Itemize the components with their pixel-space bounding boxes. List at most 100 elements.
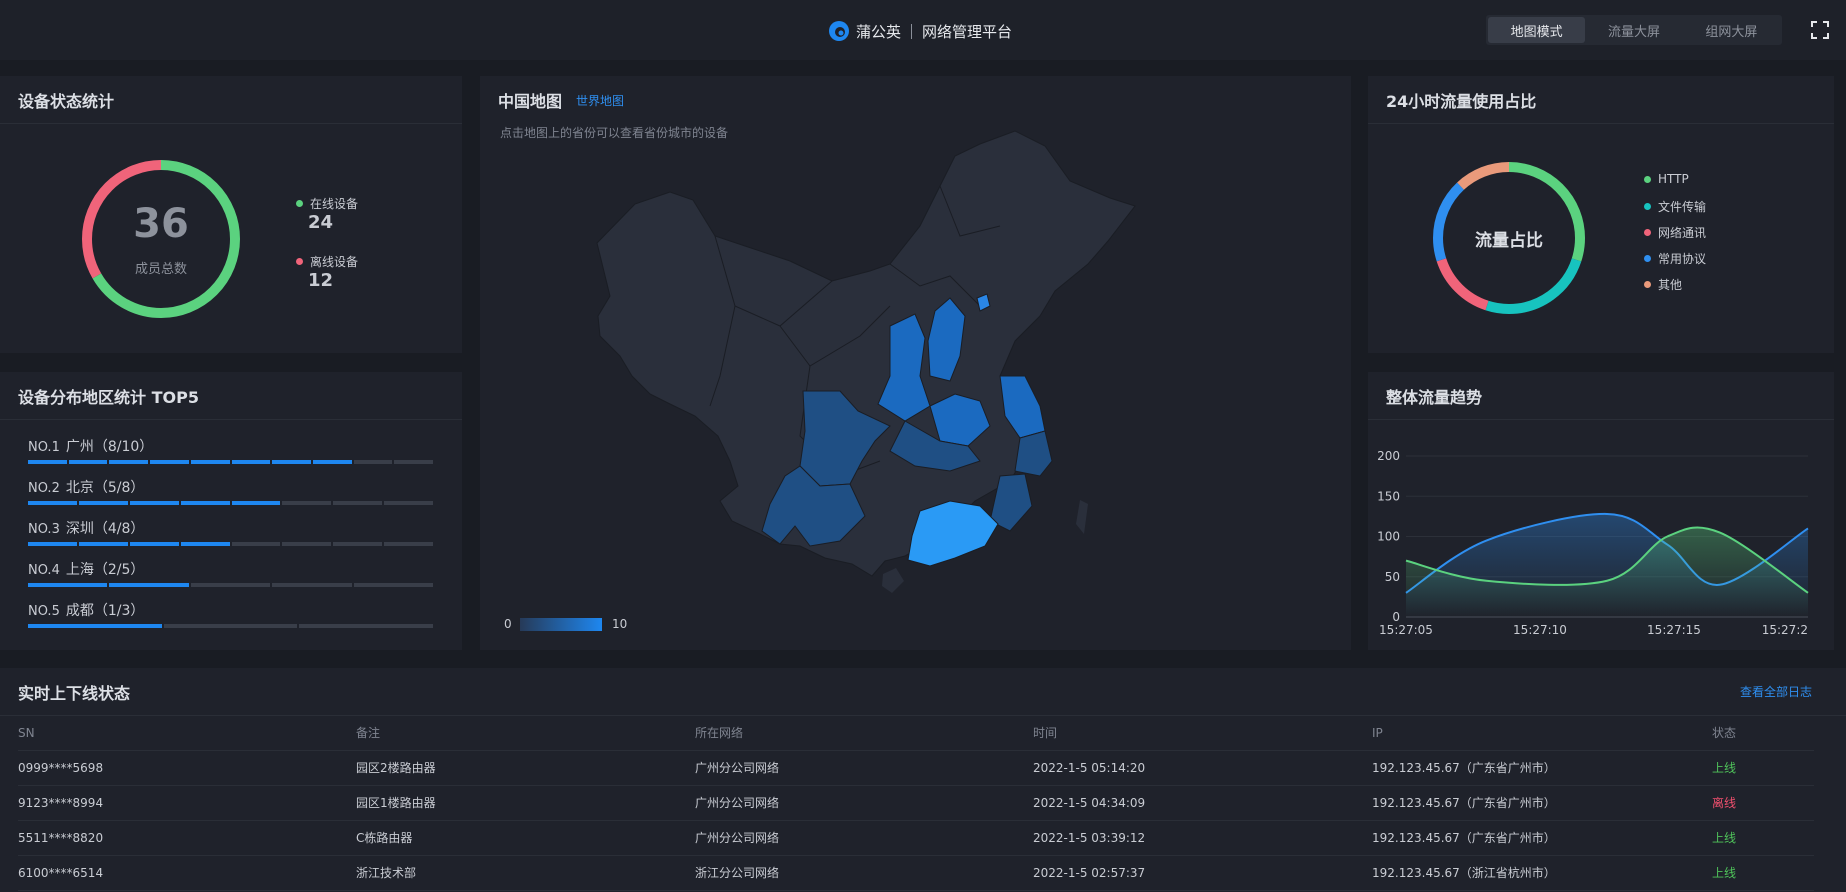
- rank-number: NO.3: [28, 522, 60, 537]
- table-cell: 0999****5698: [18, 761, 104, 775]
- traffic-legend-item: 常用协议: [1644, 250, 1706, 267]
- table-cell: 2022-1-5 05:14:20: [1033, 761, 1146, 775]
- progress-segment: [180, 501, 230, 505]
- table-cell: 192.123.45.67（广东省广州市）: [1372, 796, 1556, 810]
- traffic-share-panel: 24小时流量使用占比 流量占比 HTTP 文件传输 网络通讯 常用协议 其他: [1368, 76, 1834, 353]
- tab-traffic-screen[interactable]: 流量大屏: [1585, 17, 1682, 43]
- table-cell: 广州分公司网络: [695, 831, 780, 845]
- column-header: 状态: [1712, 726, 1737, 740]
- status-badge: 离线: [1712, 796, 1737, 810]
- legend-dot-icon: [1644, 203, 1651, 210]
- total-devices-value: 36: [133, 201, 189, 247]
- region-rank-item: NO.4 上海（2/5）: [28, 559, 434, 587]
- rank-number: NO.5: [28, 604, 60, 619]
- online-label: 在线设备: [310, 197, 359, 211]
- progress-segment: [299, 624, 434, 628]
- legend-dot-icon: [1644, 229, 1651, 236]
- scale-min-label: 0: [504, 617, 512, 631]
- table-cell: 192.123.45.67（广东省广州市）: [1372, 761, 1556, 775]
- legend-label: 常用协议: [1658, 252, 1707, 266]
- progress-segment: [231, 460, 271, 464]
- table-cell: 2022-1-5 03:39:12: [1033, 831, 1146, 845]
- column-header: 时间: [1033, 726, 1058, 740]
- legend-dot-icon: [1644, 281, 1651, 288]
- tab-map-mode[interactable]: 地图模式: [1488, 17, 1586, 43]
- brand: 蒲公英 网络管理平台: [828, 19, 1012, 43]
- legend-label: 网络通讯: [1658, 226, 1707, 240]
- mode-switcher: 地图模式 流量大屏 组网大屏: [1486, 15, 1782, 45]
- panel-title: 设备分布地区统计 TOP5: [0, 372, 462, 420]
- traffic-trend-chart: 200 150 100 50 015:27:05 15:27:10 15:27:15 15:2…: [1377, 449, 1809, 637]
- progress-segment: [231, 501, 281, 505]
- table-cell: 园区2楼路由器: [356, 761, 436, 775]
- legend-dot-icon: [1644, 175, 1651, 183]
- offline-dot-icon: [296, 258, 303, 265]
- region-progress-bar: [28, 460, 434, 464]
- traffic-trend-panel: 整体流量趋势 200 150 100 50 0 15:27:05 15:27:10 15:27…: [1368, 372, 1834, 650]
- column-header: 所在网络: [695, 726, 744, 740]
- top-bar: 蒲公英 网络管理平台 地图模式 流量大屏 组网大屏: [0, 0, 1846, 60]
- china-map[interactable]: 0 10: [480, 76, 1351, 650]
- fullscreen-icon[interactable]: [1810, 20, 1830, 40]
- map-scale-bar: [520, 618, 602, 631]
- realtime-header: 实时上下线状态 查看全部日志: [0, 668, 1846, 716]
- progress-segment: [282, 542, 332, 546]
- progress-segment: [312, 460, 352, 464]
- x-tick-label: 15:27:10: [1513, 623, 1567, 637]
- column-header: 备注: [356, 726, 381, 740]
- progress-segment: [28, 501, 77, 505]
- progress-segment: [190, 583, 271, 587]
- table-cell: 5511****8820: [18, 831, 104, 845]
- legend-label: HTTP: [1658, 172, 1689, 186]
- y-tick-label: 0: [1392, 610, 1400, 624]
- progress-segment: [150, 460, 189, 464]
- table-cell: 9123****8994: [18, 796, 104, 810]
- panel-title: 24小时流量使用占比: [1368, 76, 1834, 124]
- rank-number: NO.2: [28, 481, 60, 496]
- region-rank-item: NO.1 广州（8/10）: [28, 436, 434, 464]
- progress-segment: [28, 624, 162, 628]
- offline-label: 离线设备: [310, 255, 359, 269]
- table-cell: 广州分公司网络: [695, 761, 780, 775]
- rank-number: NO.1: [28, 440, 60, 455]
- region-name: 成都（1/3）: [65, 603, 145, 619]
- progress-segment: [333, 542, 383, 546]
- panel-title: 实时上下线状态: [18, 683, 131, 703]
- rank-number: NO.4: [28, 563, 60, 578]
- region-rank-label: NO.4 上海（2/5）: [28, 559, 433, 579]
- view-all-logs-link[interactable]: 查看全部日志: [1740, 683, 1812, 700]
- progress-segment: [129, 542, 179, 546]
- region-progress-bar: [28, 501, 433, 505]
- region-rank-item: NO.3 深圳（4/8）: [28, 518, 433, 546]
- progress-segment: [384, 542, 433, 546]
- column-header: IP: [1372, 726, 1383, 740]
- progress-segment: [78, 501, 128, 505]
- region-progress-bar: [28, 542, 433, 546]
- table-cell: 园区1楼路由器: [356, 796, 436, 810]
- y-tick-label: 100: [1377, 530, 1400, 544]
- progress-segment: [394, 460, 434, 464]
- progress-segment: [353, 583, 434, 587]
- region-progress-bar: [28, 624, 434, 628]
- province-zhejiang[interactable]: [1014, 430, 1053, 477]
- online-value: 24: [308, 212, 334, 233]
- scale-max-label: 10: [612, 617, 627, 631]
- legend-label: 其他: [1658, 278, 1683, 292]
- online-dot-icon: [296, 200, 303, 207]
- dandelion-logo-icon: [829, 21, 849, 41]
- table-cell: 192.123.45.67（浙江省杭州市）: [1372, 866, 1556, 880]
- traffic-legend-item: 网络通讯: [1644, 224, 1706, 241]
- region-progress-bar: [28, 583, 434, 587]
- table-cell: 2022-1-5 02:57:37: [1033, 866, 1146, 880]
- table-row: 0999****5698 园区2楼路由器 广州分公司网络 2022-1-5 05:14…: [18, 751, 1814, 786]
- table-cell: 192.123.45.67（广东省广州市）: [1372, 831, 1556, 845]
- status-badge: 上线: [1712, 866, 1737, 880]
- y-tick-label: 200: [1377, 449, 1400, 463]
- tab-network-screen[interactable]: 组网大屏: [1683, 17, 1780, 43]
- province-guangdong[interactable]: [907, 500, 999, 567]
- traffic-legend-item: 其他: [1644, 276, 1682, 293]
- table-cell: 2022-1-5 04:34:09: [1033, 796, 1146, 810]
- region-name: 广州（8/10）: [65, 439, 154, 455]
- progress-segment: [190, 460, 230, 464]
- progress-segment: [272, 460, 311, 464]
